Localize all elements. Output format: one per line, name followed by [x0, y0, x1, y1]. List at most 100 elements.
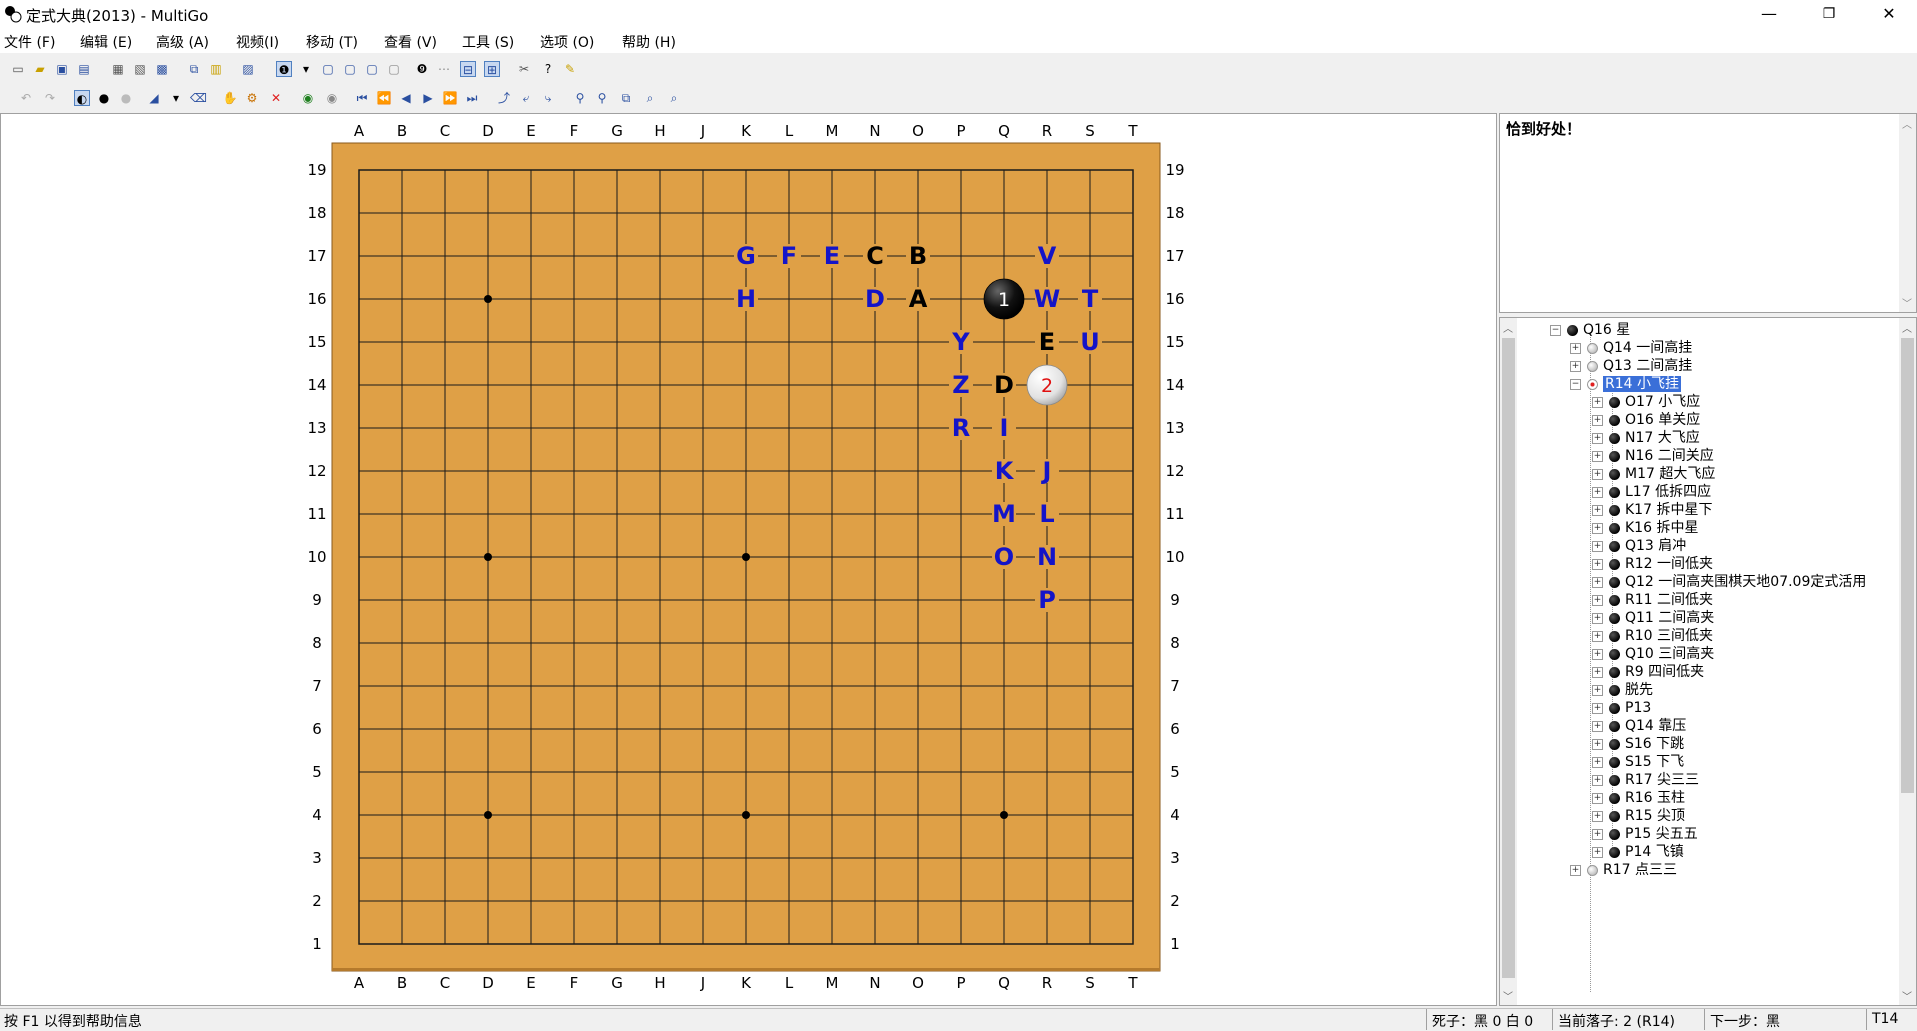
tree-child-node[interactable]: + O16 单关应	[1592, 410, 1700, 430]
menu-video[interactable]: 视频(I)	[236, 32, 279, 52]
expander-icon[interactable]: +	[1592, 414, 1603, 426]
expander-icon[interactable]: +	[1592, 576, 1603, 588]
copy-icon[interactable]: ⧉	[186, 61, 202, 77]
tree-branch-icon[interactable]: ⊞	[484, 61, 500, 77]
prev-variation-icon[interactable]: ⤶	[518, 90, 534, 106]
tree-child-node[interactable]: + P14 飞镇	[1592, 842, 1684, 862]
first-move-icon[interactable]: ⏮	[354, 90, 370, 106]
open-folder-icon[interactable]: ▰	[32, 61, 48, 77]
scroll-down-icon[interactable]: ﹀	[1902, 988, 1912, 1003]
comment-panel[interactable]: 恰到好处！ ︿ ﹀	[1499, 113, 1917, 313]
board-grid-icon[interactable]: ▢	[364, 61, 380, 77]
search-pattern-icon[interactable]: ⌕	[642, 90, 658, 106]
expander-icon[interactable]: +	[1592, 630, 1603, 642]
variation-mark-n16[interactable]: D	[865, 285, 885, 313]
tree-child-node[interactable]: + Q11 二间高夹	[1592, 608, 1714, 628]
variation-mark-p14[interactable]: Z	[952, 371, 969, 399]
menu-help[interactable]: 帮助 (H)	[622, 32, 676, 52]
expander-icon[interactable]: +	[1570, 864, 1581, 876]
menu-options[interactable]: 选项 (O)	[540, 32, 594, 52]
expander-icon[interactable]: +	[1592, 612, 1603, 624]
undo-icon[interactable]: ↶	[18, 90, 34, 106]
variation-mark-k17[interactable]: G	[736, 242, 756, 270]
expander-icon[interactable]: +	[1592, 702, 1603, 714]
variation-mark-s15[interactable]: U	[1080, 328, 1100, 356]
white-stone-icon[interactable]: ●	[118, 90, 134, 106]
expander-icon[interactable]: +	[1592, 396, 1603, 408]
expander-icon[interactable]: +	[1592, 720, 1603, 732]
expander-icon[interactable]: −	[1570, 378, 1581, 390]
save-as-icon[interactable]: ▤	[76, 61, 92, 77]
dropdown-arrow-icon[interactable]: ▾	[298, 61, 314, 77]
tools-icon[interactable]: ✂	[516, 61, 532, 77]
tree-child-node[interactable]: + R15 尖顶	[1592, 806, 1685, 826]
tree-child-node[interactable]: + L17 低拆四应	[1592, 482, 1711, 502]
tree-node[interactable]: + Q14 一间高挂	[1570, 338, 1692, 358]
menu-file[interactable]: 文件 (F)	[4, 32, 55, 52]
menu-tools[interactable]: 工具 (S)	[462, 32, 514, 52]
expander-icon[interactable]: +	[1592, 540, 1603, 552]
menu-edit[interactable]: 编辑 (E)	[80, 32, 132, 52]
tree-child-node[interactable]: + S15 下飞	[1592, 752, 1684, 772]
tree-off-icon[interactable]: ⋯	[436, 61, 452, 77]
tree-root-node[interactable]: − Q16 星	[1550, 320, 1630, 340]
binoculars-icon[interactable]: ⧉	[618, 90, 634, 106]
alternate-move-icon[interactable]: ◐	[74, 90, 90, 106]
print-icon[interactable]: ▦	[110, 61, 126, 77]
variation-mark-r10[interactable]: N	[1037, 543, 1057, 571]
find-next-icon[interactable]: ⚲	[594, 90, 610, 106]
variation-mark-q10[interactable]: O	[994, 543, 1014, 571]
paste-icon[interactable]: ▥	[208, 61, 224, 77]
board-plain-icon[interactable]: ▢	[386, 61, 402, 77]
variation-mark-q11[interactable]: M	[992, 500, 1016, 528]
expander-icon[interactable]: +	[1592, 594, 1603, 606]
expander-icon[interactable]: +	[1592, 558, 1603, 570]
scroll-thumb[interactable]	[1901, 338, 1914, 793]
tree-view-icon[interactable]: ⊟	[460, 61, 476, 77]
scroll-down-icon[interactable]: ﹀	[1503, 988, 1513, 1003]
expander-icon[interactable]: +	[1592, 522, 1603, 534]
tree-child-node[interactable]: + R17 尖三三	[1592, 770, 1699, 790]
tree-child-node[interactable]: + O17 小飞应	[1592, 392, 1700, 412]
tree-child-node[interactable]: + P15 尖五五	[1592, 824, 1698, 844]
expander-icon[interactable]: +	[1570, 342, 1581, 354]
minimize-button[interactable]: —	[1746, 0, 1792, 28]
scroll-up-icon[interactable]: ︿	[1902, 116, 1912, 131]
edit-pen-icon[interactable]: ✎	[562, 61, 578, 77]
search-next-icon[interactable]: ⌕	[666, 90, 682, 106]
tree-child-node[interactable]: + Q10 三间高夹	[1592, 644, 1714, 664]
scroll-thumb[interactable]	[1502, 338, 1515, 978]
variation-mark-q12[interactable]: K	[995, 457, 1015, 485]
expander-icon[interactable]: +	[1592, 684, 1603, 696]
expander-icon[interactable]: +	[1592, 450, 1603, 462]
move-number-icon[interactable]: ❾	[414, 61, 430, 77]
variation-mark-q14[interactable]: D	[994, 371, 1014, 399]
expander-icon[interactable]: +	[1592, 846, 1603, 858]
variation-mark-m17[interactable]: E	[824, 242, 840, 270]
go-board[interactable]: AABBCCDDEEFFGGHHJJKKLLMMNNOOPPQQRRSSTT19…	[1, 114, 1496, 1005]
tree-child-node[interactable]: + R10 三间低夹	[1592, 626, 1713, 646]
variation-mark-r15[interactable]: E	[1039, 328, 1055, 356]
scroll-up-icon[interactable]: ︿	[1902, 320, 1912, 335]
expander-icon[interactable]: +	[1592, 468, 1603, 480]
expander-icon[interactable]: +	[1570, 360, 1581, 372]
variation-mark-n17[interactable]: C	[866, 242, 884, 270]
close-button[interactable]: ✕	[1866, 0, 1912, 28]
variation-mark-r9[interactable]: P	[1038, 586, 1056, 614]
board-view-icon[interactable]: ▢	[320, 61, 336, 77]
restore-button[interactable]: ❐	[1806, 0, 1852, 28]
tree-node[interactable]: + R17 点三三	[1570, 860, 1677, 880]
tree-child-node[interactable]: + 脱先	[1592, 680, 1653, 700]
tree-child-node[interactable]: + M17 超大飞应	[1592, 464, 1715, 484]
tree-child-node[interactable]: + P13	[1592, 698, 1651, 718]
setup-icon[interactable]: ⚙	[244, 90, 260, 106]
expander-icon[interactable]: +	[1592, 756, 1603, 768]
expander-icon[interactable]: +	[1592, 738, 1603, 750]
tree-child-node[interactable]: + S16 下跳	[1592, 734, 1684, 754]
variation-mark-r17[interactable]: V	[1038, 242, 1057, 270]
prev-move-icon[interactable]: ◀	[398, 90, 414, 106]
tree-child-node[interactable]: + R9 四间低夹	[1592, 662, 1704, 682]
expander-icon[interactable]: +	[1592, 774, 1603, 786]
variation-mark-q13[interactable]: I	[1000, 414, 1009, 442]
redo-icon[interactable]: ↷	[42, 90, 58, 106]
